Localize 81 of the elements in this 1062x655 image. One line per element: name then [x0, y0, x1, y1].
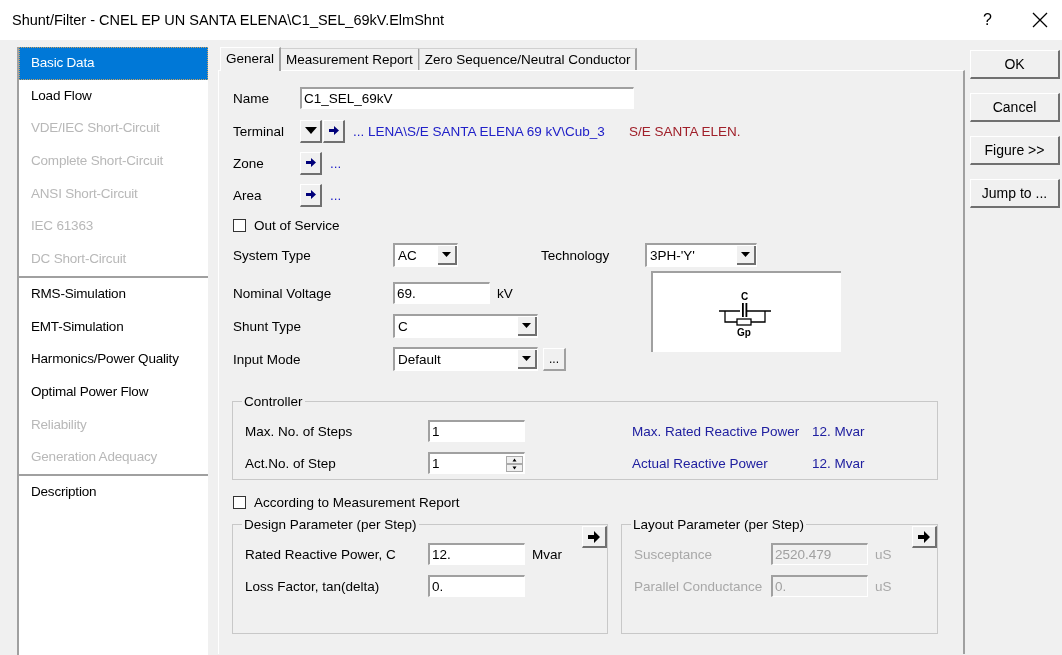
group-title: Design Parameter (per Step) — [243, 517, 418, 532]
field-label: Zone — [233, 155, 265, 171]
dropdown-button[interactable] — [300, 119, 322, 143]
unit-label: Mvar — [532, 546, 562, 562]
caret-icon — [442, 252, 451, 257]
checkbox[interactable] — [233, 218, 246, 232]
diagram-label: Gp — [737, 326, 751, 338]
dialog-button[interactable]: OK — [970, 50, 1060, 79]
info-label: Max. Rated Reactive Power — [632, 423, 801, 439]
sidebar-item[interactable]: Load Flow — [19, 79, 208, 113]
field-label: Susceptance — [634, 546, 714, 562]
input-field[interactable]: 12. — [428, 543, 525, 565]
field-label: System Type — [233, 247, 312, 263]
arrow-button[interactable] — [323, 119, 345, 143]
link-text[interactable]: ... — [330, 187, 342, 203]
link-text[interactable]: ... — [330, 155, 342, 171]
window-title: Shunt/Filter - CNEL EP UN SANTA ELENA\C1_SEL_69kV.ElmShnt — [12, 12, 445, 28]
sidebar-item[interactable]: Optimal Power Flow — [19, 375, 208, 409]
arrow-button[interactable] — [300, 151, 322, 175]
input-field[interactable]: 69. — [393, 282, 490, 304]
right-arrow-icon — [918, 530, 930, 543]
tab[interactable]: General — [220, 47, 282, 71]
input-field[interactable]: C1_SEL_69kV — [300, 87, 634, 109]
info-value: 12. Mvar — [812, 423, 865, 439]
sidebar-item[interactable]: EMT-Simulation — [19, 310, 208, 344]
close-icon[interactable] — [1032, 12, 1048, 28]
checkbox-label: Out of Service — [254, 217, 340, 233]
dialog-button[interactable]: Jump to ... — [970, 179, 1060, 208]
caret-icon — [522, 323, 531, 328]
sidebar-item[interactable]: Description — [19, 475, 208, 509]
info-value: 12. Mvar — [812, 455, 865, 471]
arrow-button[interactable] — [300, 183, 322, 207]
spinner-arrows-icon — [506, 455, 523, 472]
node-name: S/E SANTA ELEN. — [628, 123, 741, 139]
unit-label: kV — [497, 285, 513, 301]
arrow-button[interactable] — [582, 526, 607, 548]
shunt-circuit-drawing — [718, 302, 772, 326]
field-label: Shunt Type — [233, 318, 303, 334]
dropdown[interactable]: 3PH-'Y' — [645, 243, 757, 267]
tab[interactable]: Measurement Report — [280, 48, 420, 70]
field-label: Nominal Voltage — [233, 285, 333, 301]
right-arrow-icon — [305, 158, 316, 167]
caret-icon — [522, 356, 531, 361]
right-arrow-icon — [588, 530, 600, 543]
dropdown[interactable]: Default — [393, 347, 538, 371]
sidebar-item[interactable]: RMS-Simulation — [19, 277, 208, 311]
dialog-button[interactable]: Figure >> — [970, 136, 1060, 165]
checkbox[interactable] — [233, 495, 246, 509]
input-field[interactable]: 0. — [428, 575, 525, 597]
right-arrow-icon — [305, 190, 316, 199]
caret-icon — [741, 252, 750, 257]
field-label: Technology — [541, 247, 611, 263]
input-field[interactable]: 1 — [428, 420, 525, 442]
group-title: Controller — [243, 394, 304, 409]
field-label: Area — [233, 187, 263, 203]
field-label: Input Mode — [233, 351, 302, 367]
unit-label: uS — [875, 546, 892, 562]
field-label: Act.No. of Step — [245, 455, 337, 471]
spin-field[interactable]: 1 — [428, 452, 525, 474]
field-label: Terminal — [233, 123, 285, 139]
group-title: Layout Parameter (per Step) — [632, 517, 806, 532]
dropdown[interactable]: C — [393, 314, 538, 338]
field-label: Name — [233, 90, 270, 106]
tab[interactable]: Zero Sequence/Neutral Conductor — [418, 48, 638, 70]
ellipsis-button[interactable]: ... — [543, 347, 566, 371]
diagram-label: C — [741, 290, 749, 302]
unit-label: uS — [875, 578, 892, 594]
help-button[interactable]: ? — [983, 11, 992, 29]
caret-icon — [304, 127, 317, 134]
field-label: Loss Factor, tan(delta) — [245, 578, 381, 594]
checkbox-label: According to Measurement Report — [254, 494, 460, 510]
field-label: Max. No. of Steps — [245, 423, 354, 439]
dropdown[interactable]: AC — [393, 243, 458, 267]
info-label: Actual Reactive Power — [632, 455, 769, 471]
right-arrow-icon — [328, 126, 339, 135]
terminal-link[interactable]: ... LENA\S/E SANTA ELENA 69 kV\Cub_3 — [353, 123, 605, 139]
field-label: Rated Reactive Power, C — [245, 546, 397, 562]
dialog-button[interactable]: Cancel — [970, 93, 1060, 122]
sidebar-item[interactable]: Harmonics/Power Quality — [19, 343, 208, 376]
sidebar-item[interactable]: Basic Data — [19, 47, 208, 80]
field-label: Parallel Conductance — [634, 578, 764, 594]
